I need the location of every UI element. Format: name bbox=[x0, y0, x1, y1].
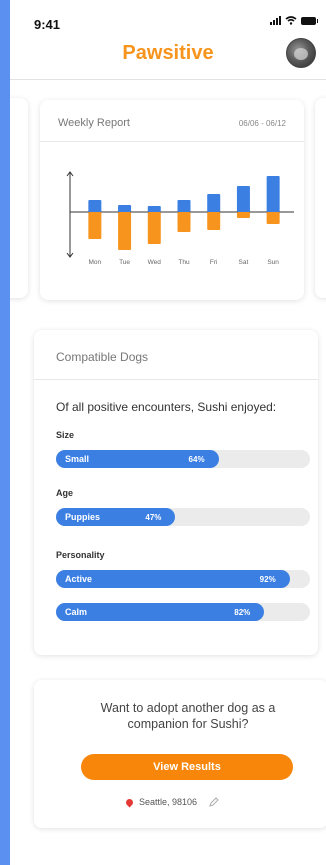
app-logo: Pawsitive bbox=[122, 42, 214, 64]
status-icons bbox=[270, 16, 318, 25]
weekly-report-title: Weekly Report bbox=[58, 117, 130, 129]
chart-bar-wed-positive bbox=[147, 206, 161, 212]
compatible-dogs-subtitle: Of all positive encounters, Sushi enjoye… bbox=[56, 400, 277, 414]
chart-tick-fri: Fri bbox=[210, 259, 218, 266]
bar-track-small: Small 64% bbox=[56, 450, 310, 468]
chart-bar-thu-negative bbox=[177, 212, 191, 232]
bar-pct-puppies: 47% bbox=[145, 513, 162, 522]
chart-tick-wed: Wed bbox=[148, 259, 162, 266]
adopt-prompt: Want to adopt another dog as a companion… bbox=[100, 701, 276, 731]
bar-fill-puppies: Puppies 47% bbox=[56, 508, 176, 526]
bar-label-puppies: Puppies bbox=[65, 512, 101, 522]
prev-report-card[interactable] bbox=[10, 98, 28, 298]
chart-bar-tue-negative bbox=[118, 212, 132, 250]
bar-track-calm: Calm 82% bbox=[56, 603, 310, 621]
bar-fill-active: Active 92% bbox=[56, 570, 290, 588]
bar-pct-active: 92% bbox=[259, 575, 276, 584]
group-label-size: Size bbox=[56, 430, 75, 440]
bar-pct-calm: 82% bbox=[234, 608, 251, 617]
bar-track-puppies: Puppies 47% bbox=[56, 508, 310, 526]
chart-bar-fri-positive bbox=[207, 194, 221, 212]
compatible-dogs-card: Compatible Dogs Of all positive encounte… bbox=[34, 330, 318, 655]
chart-bar-sat-positive bbox=[236, 186, 250, 212]
chart-bar-sun-positive bbox=[266, 176, 280, 212]
chart-bar-mon-negative bbox=[88, 212, 102, 239]
status-bar: 9:41 bbox=[10, 0, 326, 34]
chart-tick-mon: Mon bbox=[89, 259, 102, 266]
location-pin-icon bbox=[124, 797, 135, 807]
chart-tick-sat: Sat bbox=[239, 259, 249, 266]
edit-pencil-icon[interactable] bbox=[209, 797, 219, 807]
bar-fill-calm: Calm 82% bbox=[56, 603, 265, 621]
chart-tick-sun: Sun bbox=[267, 259, 279, 266]
app-header: Pawsitive bbox=[10, 34, 326, 80]
chart-bar-tue-positive bbox=[118, 205, 132, 212]
chart-bar-mon-positive bbox=[88, 200, 102, 212]
chart-bar-thu-positive bbox=[177, 200, 191, 212]
bar-pct-small: 64% bbox=[188, 455, 205, 464]
weekly-chart: Mon Tue Wed Thu Fri Sat Sun bbox=[66, 171, 294, 266]
weekly-report-header: Weekly Report 06/06 - 06/12 bbox=[40, 100, 304, 142]
user-avatar[interactable] bbox=[286, 38, 316, 68]
weekly-report-card[interactable]: Weekly Report 06/06 - 06/12 Mon Tue Wed Thu… bbox=[40, 100, 304, 300]
chart-bar-sun-negative bbox=[266, 212, 280, 224]
chart-bar-sat-negative bbox=[236, 212, 250, 218]
weekly-report-date-range: 06/06 - 06/12 bbox=[238, 119, 286, 128]
view-results-button[interactable]: View Results bbox=[81, 754, 293, 780]
chart-bar-wed-negative bbox=[147, 212, 161, 244]
next-report-card[interactable] bbox=[315, 98, 326, 298]
adopt-card: Want to adopt another dog as a companion… bbox=[34, 680, 326, 828]
compatible-dogs-title: Compatible Dogs bbox=[56, 350, 149, 364]
location-row[interactable]: Seattle, 98106 bbox=[124, 797, 219, 807]
bar-label-small: Small bbox=[65, 454, 90, 464]
compatible-dogs-header: Compatible Dogs bbox=[34, 330, 318, 380]
chart-tick-thu: Thu bbox=[178, 259, 190, 266]
chart-tick-tue: Tue bbox=[119, 259, 130, 266]
status-time: 9:41 bbox=[34, 17, 61, 32]
group-label-age: Age bbox=[56, 488, 74, 498]
bar-label-calm: Calm bbox=[65, 607, 88, 617]
app-screen: 9:41 Pawsitive Weekly Report 06/06 - 06/… bbox=[10, 0, 326, 865]
bar-fill-small: Small 64% bbox=[56, 450, 219, 468]
group-label-personality: Personality bbox=[56, 550, 105, 560]
bar-label-active: Active bbox=[65, 574, 93, 584]
bar-track-active: Active 92% bbox=[56, 570, 310, 588]
location-text: Seattle, 98106 bbox=[139, 797, 198, 807]
chart-bar-fri-negative bbox=[207, 212, 221, 230]
battery-icon bbox=[301, 16, 318, 25]
signal-icon bbox=[270, 16, 281, 25]
wifi-icon bbox=[285, 16, 297, 25]
